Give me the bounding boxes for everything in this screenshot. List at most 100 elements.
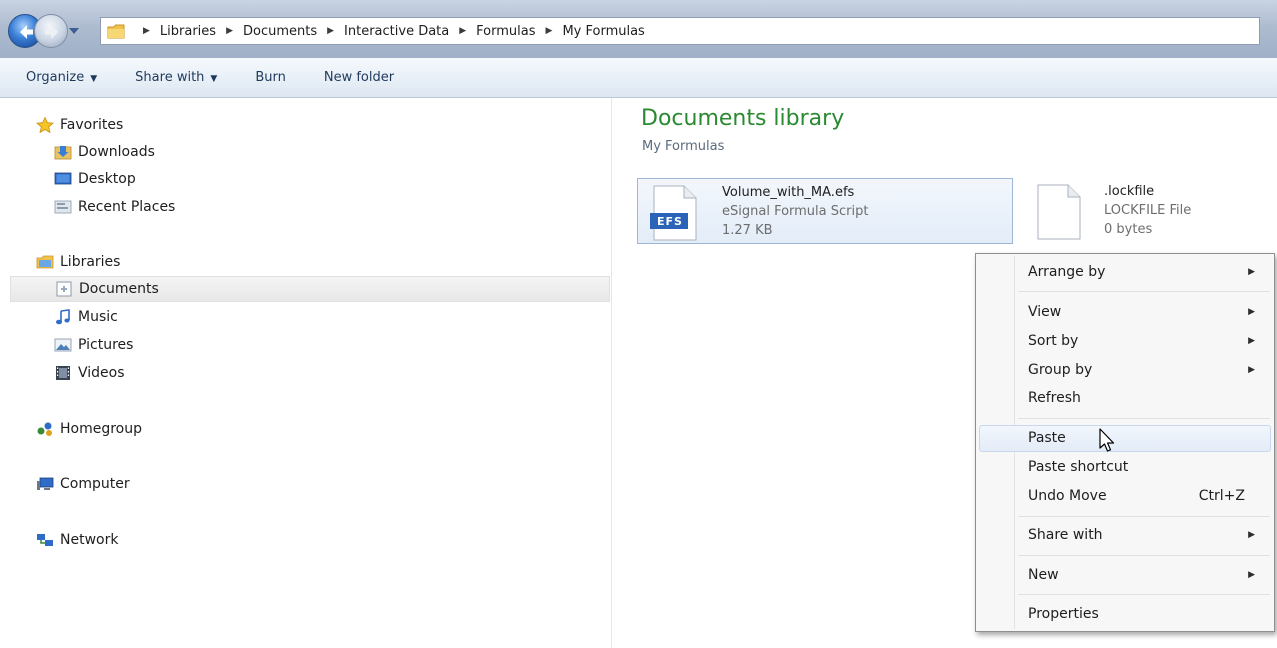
file-size: 0 bytes <box>1104 222 1153 237</box>
file-type: eSignal Formula Script <box>722 204 869 219</box>
videos-icon <box>56 366 70 380</box>
dropdown-arrow-icon: ▼ <box>90 74 98 84</box>
computer-icon <box>37 477 54 490</box>
file-name: .lockfile <box>1104 184 1155 199</box>
menu-label-refresh: Refresh <box>1028 390 1081 406</box>
library-subtitle: My Formulas <box>642 139 725 154</box>
menu-item-share-with[interactable]: Share with ▶ <box>979 522 1271 549</box>
nav-item-videos[interactable]: Videos <box>54 360 125 386</box>
breadcrumb-item-libraries[interactable]: Libraries <box>160 24 216 39</box>
command-bar: Organize ▼ Share with ▼ Burn New folder <box>0 58 1277 98</box>
pictures-icon <box>54 338 72 352</box>
generic-file-icon <box>1037 184 1081 240</box>
nav-item-computer[interactable]: Computer <box>36 471 130 497</box>
context-menu: Arrange by ▶ View ▶ Sort by ▶ Group by ▶… <box>975 253 1275 632</box>
music-icon <box>56 309 70 325</box>
submenu-arrow-icon: ▶ <box>1248 336 1255 346</box>
file-tile-lockfile[interactable]: .lockfile LOCKFILE File 0 bytes <box>1030 178 1270 244</box>
nav-item-homegroup[interactable]: Homegroup <box>36 416 142 442</box>
forward-button[interactable] <box>34 14 68 48</box>
menu-item-paste[interactable]: Paste <box>979 425 1271 452</box>
new-folder-button[interactable]: New folder <box>314 70 404 85</box>
menu-label-sort-by: Sort by <box>1028 333 1079 349</box>
menu-label-paste-shortcut: Paste shortcut <box>1028 459 1129 475</box>
menu-item-arrange-by[interactable]: Arrange by ▶ <box>979 259 1271 286</box>
menu-item-undo-move[interactable]: Undo Move Ctrl+Z <box>979 483 1271 510</box>
menu-separator <box>1018 291 1270 292</box>
dropdown-arrow-icon: ▼ <box>210 74 218 84</box>
nav-item-downloads[interactable]: Downloads <box>54 139 155 165</box>
mouse-pointer-icon <box>1099 428 1115 452</box>
star-icon <box>36 117 54 133</box>
libraries-folder-icon <box>107 24 125 38</box>
breadcrumb-item-documents[interactable]: Documents <box>243 24 317 39</box>
menu-item-view[interactable]: View ▶ <box>979 299 1271 326</box>
navigation-pane: Favorites Downloads Desktop Recent Place… <box>0 98 612 648</box>
menu-label-properties: Properties <box>1028 606 1099 622</box>
nav-label-network: Network <box>60 532 119 548</box>
homegroup-icon <box>37 422 52 436</box>
breadcrumb-chevron-icon[interactable]: ▶ <box>459 26 466 36</box>
menu-label-arrange-by: Arrange by <box>1028 264 1106 280</box>
submenu-arrow-icon: ▶ <box>1248 530 1255 540</box>
breadcrumb[interactable]: ▶ Libraries ▶ Documents ▶ Interactive Da… <box>100 17 1260 45</box>
downloads-folder-icon <box>54 146 72 160</box>
desktop-icon <box>54 172 72 185</box>
menu-item-properties[interactable]: Properties <box>979 601 1271 628</box>
menu-label-view: View <box>1028 304 1062 320</box>
breadcrumb-item-interactive-data[interactable]: Interactive Data <box>344 24 449 39</box>
menu-separator <box>1018 418 1270 419</box>
menu-item-sort-by[interactable]: Sort by ▶ <box>979 328 1271 355</box>
file-tile-volume-with-ma[interactable]: EFS Volume_with_MA.efs eSignal Formula S… <box>637 178 1013 244</box>
breadcrumb-item-formulas[interactable]: Formulas <box>476 24 535 39</box>
nav-item-music[interactable]: Music <box>54 304 118 330</box>
menu-shortcut-undo: Ctrl+Z <box>1198 488 1245 504</box>
nav-item-recent-places[interactable]: Recent Places <box>54 194 175 220</box>
nav-item-libraries[interactable]: Libraries <box>36 249 120 275</box>
submenu-arrow-icon: ▶ <box>1248 307 1255 317</box>
nav-label-pictures: Pictures <box>78 337 134 353</box>
breadcrumb-chevron-icon[interactable]: ▶ <box>327 26 334 36</box>
breadcrumb-chevron-icon[interactable]: ▶ <box>546 26 553 36</box>
nav-label-libraries: Libraries <box>60 254 121 270</box>
organize-button[interactable]: Organize ▼ <box>0 70 107 85</box>
menu-label-new: New <box>1028 567 1059 583</box>
submenu-arrow-icon: ▶ <box>1248 570 1255 580</box>
nav-item-documents[interactable]: Documents <box>10 276 610 302</box>
breadcrumb-chevron-icon[interactable]: ▶ <box>226 26 233 36</box>
nav-item-pictures[interactable]: Pictures <box>54 332 133 358</box>
organize-label: Organize <box>26 70 85 85</box>
submenu-arrow-icon: ▶ <box>1248 267 1255 277</box>
breadcrumb-chevron-icon[interactable]: ▶ <box>143 26 150 36</box>
share-with-label: Share with <box>135 70 205 85</box>
menu-label-paste: Paste <box>1028 430 1066 446</box>
recent-pages-dropdown-icon[interactable] <box>68 26 80 36</box>
menu-label-undo-move: Undo Move <box>1028 488 1107 504</box>
nav-label-favorites: Favorites <box>60 117 124 133</box>
menu-item-new[interactable]: New ▶ <box>979 562 1271 589</box>
nav-label-recent-places: Recent Places <box>78 199 176 215</box>
libraries-icon <box>36 255 54 269</box>
nav-item-desktop[interactable]: Desktop <box>54 166 136 192</box>
burn-button[interactable]: Burn <box>245 70 296 85</box>
efs-badge: EFS <box>657 215 683 228</box>
efs-file-icon <box>650 185 697 241</box>
breadcrumb-item-my-formulas[interactable]: My Formulas <box>562 24 644 39</box>
back-arrow-icon <box>20 25 33 39</box>
menu-label-group-by: Group by <box>1028 362 1093 378</box>
menu-separator <box>1018 555 1270 556</box>
nav-label-downloads: Downloads <box>78 144 155 160</box>
menu-separator <box>1018 594 1270 595</box>
nav-item-network[interactable]: Network <box>36 527 118 553</box>
menu-item-paste-shortcut[interactable]: Paste shortcut <box>979 454 1271 481</box>
forward-arrow-icon <box>45 25 58 39</box>
nav-label-desktop: Desktop <box>78 171 136 187</box>
nav-item-favorites[interactable]: Favorites <box>36 112 123 138</box>
menu-item-group-by[interactable]: Group by ▶ <box>979 357 1271 384</box>
menu-item-refresh[interactable]: Refresh <box>979 385 1271 412</box>
library-title: Documents library <box>641 106 845 131</box>
menu-label-share-with: Share with <box>1028 527 1103 543</box>
menu-separator <box>1018 516 1270 517</box>
file-name: Volume_with_MA.efs <box>722 185 855 200</box>
share-with-button[interactable]: Share with ▼ <box>125 70 227 85</box>
